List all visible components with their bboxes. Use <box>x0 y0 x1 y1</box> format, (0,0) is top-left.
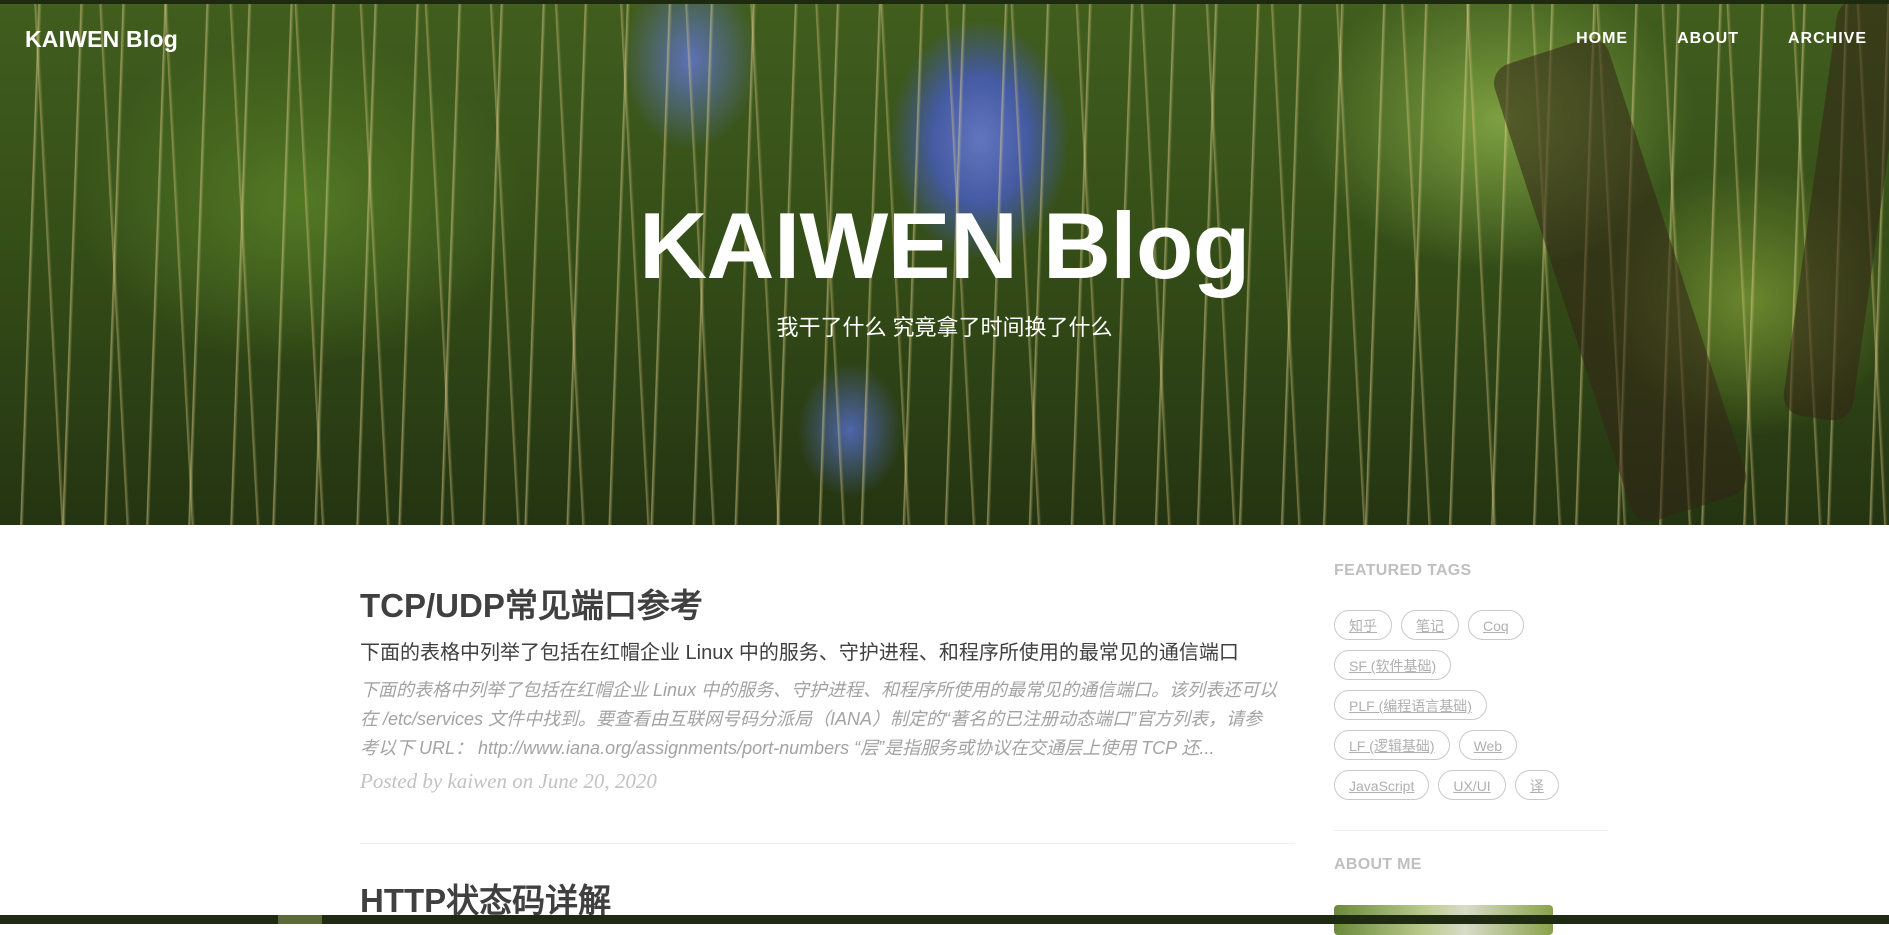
tag-link[interactable]: Coq <box>1468 610 1524 640</box>
tag-link[interactable]: 译 <box>1514 770 1559 800</box>
post-preview[interactable]: TCP/UDP常见端口参考 下面的表格中列举了包括在红帽企业 Linux 中的服… <box>360 586 1295 794</box>
post-excerpt[interactable]: 下面的表格中列举了包括在红帽企业 Linux 中的服务、守护进程、和程序所使用的… <box>360 676 1280 763</box>
tag-link[interactable]: UX/UI <box>1438 770 1506 800</box>
site-title: KAIWEN Blog <box>639 193 1250 298</box>
tag-link[interactable]: LF (逻辑基础) <box>1334 730 1450 760</box>
post-meta: Posted by kaiwen on June 20, 2020 <box>360 769 657 793</box>
tag-link[interactable]: PLF (编程语言基础) <box>1334 690 1487 720</box>
nav-home-link[interactable]: HOME <box>1576 30 1628 48</box>
nav-archive-link[interactable]: ARCHIVE <box>1788 30 1867 48</box>
post-divider <box>360 843 1295 844</box>
sidebar-divider <box>1334 830 1608 831</box>
tag-link[interactable]: JavaScript <box>1334 770 1430 800</box>
post-title[interactable]: TCP/UDP常见端口参考 <box>360 586 1295 626</box>
nav-about-link[interactable]: ABOUT <box>1677 30 1739 48</box>
featured-tags: 知乎 笔记 Coq SF (软件基础) PLF (编程语言基础) LF (逻辑基础)… <box>1334 610 1634 810</box>
brand-link[interactable]: KAIWEN Blog <box>25 26 178 53</box>
post-subtitle[interactable]: 下面的表格中列举了包括在红帽企业 Linux 中的服务、守护进程、和程序所使用的… <box>360 640 1295 666</box>
page-bottom-band <box>0 915 1889 924</box>
featured-tags-heading: FEATURED TAGS <box>1334 562 1472 579</box>
tag-link[interactable]: SF (软件基础) <box>1334 650 1452 680</box>
tag-link[interactable]: Web <box>1458 730 1518 760</box>
tag-link[interactable]: 知乎 <box>1334 610 1392 640</box>
about-me-heading: ABOUT ME <box>1334 856 1422 873</box>
top-border <box>0 0 1889 4</box>
site-subtitle: 我干了什么 究竟拿了时间换了什么 <box>776 315 1113 340</box>
tag-link[interactable]: 笔记 <box>1401 610 1459 640</box>
main-nav: HOME ABOUT ARCHIVE <box>1527 30 1867 48</box>
